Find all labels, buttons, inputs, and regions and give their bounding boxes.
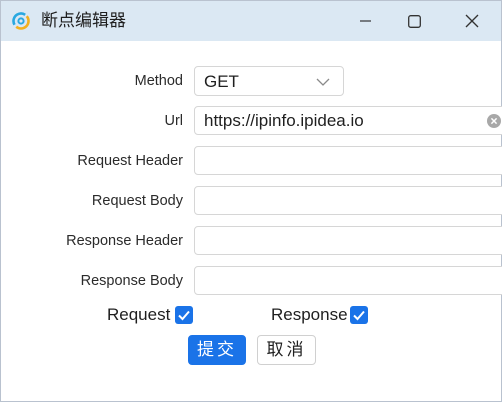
response-header-label: Response Header [66, 233, 183, 249]
window-title: 断点编辑器 [41, 11, 126, 31]
response-body-label: Response Body [80, 273, 183, 289]
checkmark-icon [178, 310, 190, 321]
request-body-label: Request Body [91, 193, 183, 209]
close-icon [465, 14, 479, 28]
method-label: Method [134, 73, 183, 89]
breakpoint-editor-window: 断点编辑器 Method GET Url https://ipinfo.ipid… [0, 0, 502, 402]
method-select-value: GET [204, 72, 239, 91]
url-input[interactable]: https://ipinfo.ipidea.io [194, 106, 502, 135]
submit-button[interactable]: 提交 [188, 335, 246, 365]
maximize-button[interactable] [391, 1, 437, 41]
request-header-label: Request Header [77, 153, 183, 169]
app-logo-icon [12, 12, 30, 30]
checkmark-icon [353, 310, 365, 321]
response-checkbox[interactable] [350, 306, 368, 324]
request-header-input[interactable] [194, 146, 502, 175]
response-checkbox-label: Response [271, 305, 348, 324]
close-button[interactable] [449, 1, 495, 41]
response-body-input[interactable] [194, 266, 502, 295]
minimize-button[interactable] [343, 1, 389, 41]
request-body-input[interactable] [194, 186, 502, 215]
url-input-value: https://ipinfo.ipidea.io [204, 111, 364, 130]
cancel-button[interactable]: 取消 [257, 335, 316, 365]
url-label: Url [164, 113, 183, 129]
minimize-icon [360, 20, 371, 22]
title-bar[interactable]: 断点编辑器 [1, 1, 501, 41]
response-header-input[interactable] [194, 226, 502, 255]
request-checkbox-label: Request [107, 305, 171, 324]
method-select[interactable]: GET [194, 66, 344, 96]
clear-icon[interactable] [487, 114, 501, 128]
request-checkbox[interactable] [175, 306, 193, 324]
chevron-down-icon [316, 78, 330, 86]
maximize-icon [407, 14, 421, 28]
